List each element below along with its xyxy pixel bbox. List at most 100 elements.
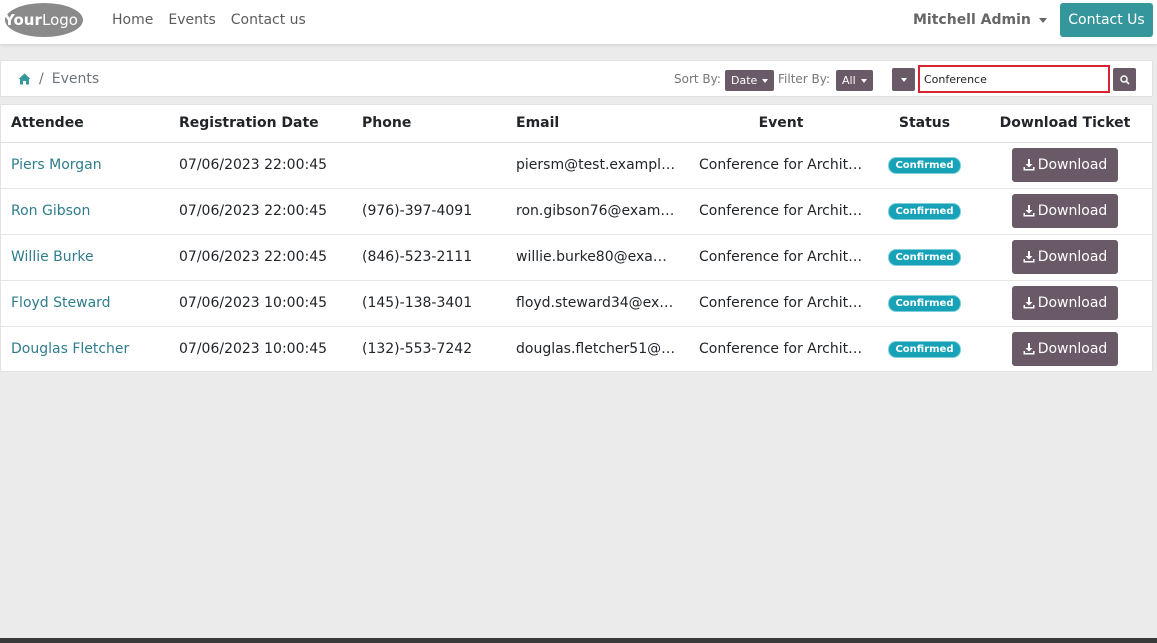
table-body: Piers Morgan 07/06/2023 22:00:45 piersm@te…	[1, 142, 1154, 372]
bottom-bar	[0, 638, 1157, 643]
registration-date-cell: 07/06/2023 22:00:45	[169, 234, 352, 281]
download-icon	[1023, 205, 1035, 217]
events-table-container: Attendee Registration Date Phone Email E…	[0, 104, 1154, 372]
search-input[interactable]	[918, 65, 1110, 93]
attendee-link[interactable]: Douglas Fletcher	[11, 341, 129, 357]
attendee-link[interactable]: Ron Gibson	[11, 203, 90, 219]
sort-dropdown[interactable]: Date	[725, 70, 775, 91]
search-button[interactable]	[1113, 68, 1136, 91]
table-row: Floyd Steward 07/06/2023 10:00:45 (145)-13…	[1, 280, 1154, 327]
column-header-registration-date: Registration Date	[169, 105, 352, 143]
download-cell: Download	[976, 142, 1154, 189]
phone-cell	[352, 142, 506, 189]
filter-value: All	[842, 74, 856, 87]
column-header-status: Status	[873, 105, 976, 143]
download-icon	[1023, 251, 1035, 263]
phone-cell: (846)-523-2111	[352, 234, 506, 281]
download-label: Download	[1037, 295, 1108, 311]
email-cell: piersm@test.example.com	[506, 142, 689, 189]
search-options-button[interactable]	[892, 68, 915, 91]
download-button[interactable]: Download	[1012, 286, 1118, 320]
chevron-down-icon	[900, 77, 907, 82]
download-cell: Download	[976, 188, 1154, 235]
registration-date-cell: 07/06/2023 22:00:45	[169, 142, 352, 189]
nav-contact[interactable]: Contact us	[231, 12, 306, 28]
contact-us-button[interactable]: Contact Us	[1060, 3, 1153, 37]
column-header-event: Event	[689, 105, 873, 143]
table-row: Ron Gibson 07/06/2023 22:00:45 (976)-397-4…	[1, 188, 1154, 235]
chevron-down-icon	[762, 78, 769, 83]
attendee-link[interactable]: Piers Morgan	[11, 157, 102, 173]
logo[interactable]: Your Logo	[0, 1, 84, 39]
download-button[interactable]: Download	[1012, 332, 1118, 367]
status-badge: Confirmed	[888, 157, 961, 174]
user-menu[interactable]: Mitchell Admin	[913, 12, 1047, 28]
column-header-download-ticket: Download Ticket	[976, 105, 1154, 143]
event-cell: Conference for Architects	[689, 188, 873, 235]
nav-events[interactable]: Events	[168, 12, 215, 28]
column-header-phone: Phone	[352, 105, 506, 143]
sort-value: Date	[731, 74, 758, 87]
status-cell: Confirmed	[873, 142, 976, 189]
email-cell: ron.gibson76@example.com	[506, 188, 689, 235]
column-header-attendee: Attendee	[1, 105, 169, 143]
download-button[interactable]: Download	[1012, 240, 1118, 274]
email-cell: douglas.fletcher51@example.com	[516, 341, 689, 358]
registration-date-cell: 07/06/2023 10:00:45	[169, 280, 352, 327]
event-cell: Conference for Architects	[699, 341, 873, 358]
status-cell: Confirmed	[873, 326, 976, 372]
breadcrumb-current: Events	[51, 71, 100, 87]
events-toolbar: / Events Sort By: Date Filter By: All	[0, 60, 1153, 97]
breadcrumb: / Events	[18, 71, 99, 87]
status-badge: Confirmed	[888, 341, 961, 359]
download-button[interactable]: Download	[1012, 148, 1118, 182]
download-cell: Download	[976, 234, 1154, 281]
download-cell: Download	[976, 326, 1154, 372]
download-button[interactable]: Download	[1012, 194, 1118, 228]
download-icon	[1023, 297, 1035, 309]
download-icon	[1023, 343, 1035, 355]
table-row: Piers Morgan 07/06/2023 22:00:45 piersm@te…	[1, 142, 1154, 189]
phone-cell: (145)-138-3401	[352, 280, 506, 327]
main-nav: Home Events Contact us	[112, 12, 321, 28]
status-badge: Confirmed	[888, 249, 961, 266]
search-icon	[1119, 74, 1130, 85]
attendee-cell: Douglas Fletcher	[1, 326, 169, 372]
sort-label: Sort By:	[674, 72, 721, 86]
attendee-link[interactable]: Floyd Steward	[11, 295, 111, 311]
chevron-down-icon	[860, 78, 867, 83]
nav-home[interactable]: Home	[112, 12, 153, 28]
filter-label: Filter By:	[778, 72, 831, 86]
column-header-email: Email	[506, 105, 689, 143]
top-navbar: Your Logo Home Events Contact us Mitchel…	[0, 0, 1157, 44]
breadcrumb-separator: /	[39, 71, 44, 87]
table-row: Douglas Fletcher 07/06/2023 10:00:45 (132)…	[1, 326, 1154, 372]
download-label: Download	[1037, 157, 1108, 173]
table-row: Willie Burke 07/06/2023 22:00:45 (846)-523…	[1, 234, 1154, 281]
attendee-link[interactable]: Willie Burke	[11, 249, 94, 265]
event-cell: Conference for Architects	[689, 280, 873, 327]
filter-dropdown[interactable]: All	[836, 70, 873, 91]
registration-date-cell: 07/06/2023 10:00:45	[179, 341, 328, 358]
phone-cell: (132)-553-7242	[362, 341, 473, 358]
download-label: Download	[1037, 341, 1108, 358]
event-cell: Conference for Architects	[689, 234, 873, 281]
chevron-down-icon	[1038, 17, 1047, 23]
table-header-row: Attendee Registration Date Phone Email E…	[1, 105, 1154, 143]
phone-cell: (976)-397-4091	[352, 188, 506, 235]
status-cell: Confirmed	[873, 234, 976, 281]
events-table: Attendee Registration Date Phone Email E…	[1, 105, 1154, 372]
download-label: Download	[1037, 249, 1108, 265]
status-cell: Confirmed	[873, 280, 976, 327]
svg-text:Logo: Logo	[42, 11, 78, 29]
status-badge: Confirmed	[888, 295, 961, 312]
email-cell: willie.burke80@example.com	[506, 234, 689, 281]
svg-text:Your: Your	[3, 11, 42, 29]
status-badge: Confirmed	[888, 203, 961, 220]
status-cell: Confirmed	[873, 188, 976, 235]
event-cell: Conference for Architects	[689, 142, 873, 189]
download-cell: Download	[976, 280, 1154, 327]
download-icon	[1023, 159, 1035, 171]
home-icon[interactable]	[18, 73, 31, 85]
email-cell: floyd.steward34@example.com	[506, 280, 689, 327]
